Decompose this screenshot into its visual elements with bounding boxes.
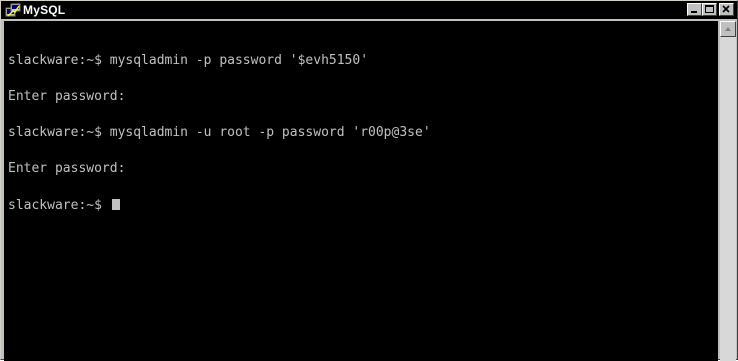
minimize-icon — [691, 11, 697, 13]
vertical-scrollbar[interactable] — [720, 21, 736, 361]
terminal-output: slackware:~$ mysqladmin -p password '$ev… — [8, 31, 431, 235]
close-icon — [722, 5, 730, 13]
terminal-window: MySQL slackware:~$ mysqladmin -p passwor… — [0, 0, 738, 361]
terminal-prompt-line[interactable]: slackware:~$ — [8, 198, 431, 213]
title-bar[interactable]: MySQL — [1, 1, 737, 19]
terminal-line: Enter password: — [8, 161, 126, 176]
terminal-line: slackware:~$ mysqladmin -p password '$ev… — [8, 53, 369, 68]
shell-prompt: slackware:~$ — [8, 198, 110, 213]
window-title: MySQL — [23, 3, 66, 17]
maximize-button[interactable] — [702, 3, 717, 16]
maximize-icon — [705, 5, 714, 13]
terminal-screen[interactable]: slackware:~$ mysqladmin -p password '$ev… — [4, 21, 718, 361]
terminal-line: Enter password: — [8, 89, 126, 104]
putty-terminal-icon[interactable] — [5, 2, 21, 18]
close-button[interactable] — [719, 3, 734, 16]
terminal-line: slackware:~$ mysqladmin -u root -p passw… — [8, 125, 431, 140]
scroll-up-arrow-icon — [725, 27, 731, 31]
text-cursor — [111, 199, 120, 210]
minimize-button[interactable] — [687, 3, 702, 16]
scroll-up-button[interactable] — [720, 21, 736, 37]
